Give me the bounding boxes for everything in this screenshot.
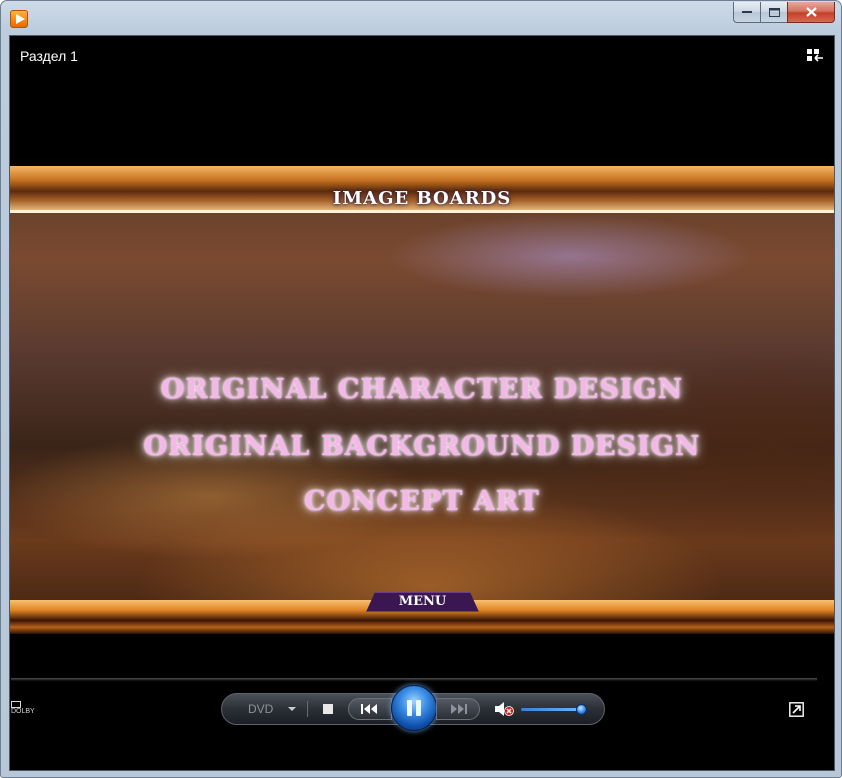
chapter-title: Раздел 1	[20, 48, 78, 64]
minimize-button[interactable]	[733, 2, 760, 23]
switch-to-library-icon[interactable]	[806, 48, 824, 64]
caption-buttons	[733, 2, 835, 24]
menu-item-original-character-design[interactable]: ORIGINAL CHARACTER DESIGN	[10, 374, 834, 405]
fullscreen-button[interactable]	[789, 702, 804, 717]
maximize-button[interactable]	[760, 2, 787, 23]
next-icon	[451, 704, 467, 714]
close-button[interactable]	[787, 2, 835, 23]
pause-icon	[407, 700, 412, 716]
minimize-icon	[742, 11, 752, 13]
dolby-label: DOLBY	[11, 708, 35, 715]
mute-icon	[495, 702, 514, 716]
stop-icon	[323, 704, 333, 714]
dvd-menu-video[interactable]: IMAGE BOARDS ORIGINAL CHARACTER DESIGN O…	[10, 166, 834, 634]
volume-slider[interactable]	[521, 704, 589, 715]
previous-icon	[361, 704, 377, 714]
stop-button[interactable]	[320, 701, 336, 717]
dolby-mark-icon	[11, 701, 21, 708]
previous-button[interactable]	[348, 698, 392, 720]
volume-level	[521, 708, 583, 711]
next-button[interactable]	[436, 698, 480, 720]
player-client-area: Раздел 1 IMAGE BOARDS ORIGINAL CHARACTER…	[9, 35, 835, 771]
dvd-menu-heading: IMAGE BOARDS	[332, 188, 512, 209]
menu-button[interactable]: MENU	[366, 592, 479, 612]
media-player-window: Раздел 1 IMAGE BOARDS ORIGINAL CHARACTER…	[0, 0, 842, 778]
mute-button[interactable]	[494, 700, 514, 718]
title-bar[interactable]	[1, 1, 841, 35]
chevron-down-icon[interactable]	[288, 707, 296, 711]
pause-icon	[416, 700, 421, 716]
media-player-app-icon	[10, 10, 28, 28]
dolby-logo: DOLBY	[11, 701, 45, 715]
pause-button[interactable]	[391, 685, 437, 731]
menu-top-rule	[10, 210, 834, 213]
close-icon	[805, 7, 817, 17]
maximize-icon	[768, 7, 780, 17]
seek-bar[interactable]	[11, 678, 817, 681]
menu-item-concept-art[interactable]: CONCEPT ART	[10, 486, 834, 517]
fullscreen-icon	[789, 702, 804, 717]
menu-item-original-background-design[interactable]: ORIGINAL BACKGROUND DESIGN	[10, 431, 834, 462]
divider	[307, 701, 308, 717]
dvd-menu-button[interactable]: DVD	[248, 702, 273, 716]
